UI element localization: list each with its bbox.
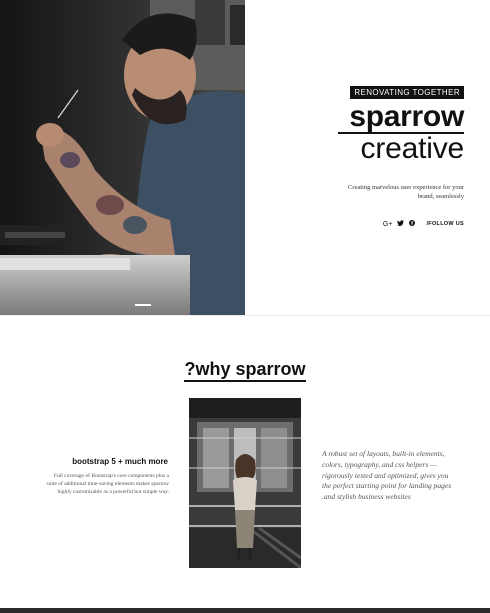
slider-dot-2[interactable]: [114, 304, 130, 306]
slider-dot-1[interactable]: [93, 304, 109, 306]
why-description: A robust set of layouts, built-in elemen…: [322, 449, 452, 502]
social-links: G+ /FOLLOW US: [383, 220, 464, 228]
twitter-icon[interactable]: [397, 220, 405, 228]
feature-title: bootstrap 5 + much more: [72, 457, 168, 466]
slider-dot-3-active[interactable]: [135, 304, 151, 306]
why-title-text: ?why sparrow: [184, 359, 306, 382]
follow-us-link[interactable]: /FOLLOW US: [426, 221, 464, 227]
brand-title-light: creative: [360, 132, 465, 165]
hero-brand-panel: RENOVATING TOGETHER sparrow creative Cre…: [245, 0, 490, 315]
woman-on-stairs-image: [189, 398, 301, 568]
hero-tattoo-artist-image: [0, 0, 245, 315]
why-section-title: ?why sparrow: [0, 358, 490, 382]
facebook-icon[interactable]: [409, 220, 416, 228]
next-section-strip: [0, 608, 490, 613]
hero-section: RENOVATING TOGETHER sparrow creative Cre…: [0, 0, 490, 315]
slider-indicators: [93, 304, 151, 306]
hero-kicker-badge: RENOVATING TOGETHER: [350, 86, 464, 99]
hero-tagline: Creating marvelous user experience for y…: [347, 184, 464, 200]
feature-description: Full coverage of Bootstrap's core compon…: [46, 473, 170, 495]
brand-title-bold: sparrow: [349, 100, 464, 133]
google-plus-icon[interactable]: G+: [383, 221, 393, 228]
section-divider: [0, 315, 490, 316]
